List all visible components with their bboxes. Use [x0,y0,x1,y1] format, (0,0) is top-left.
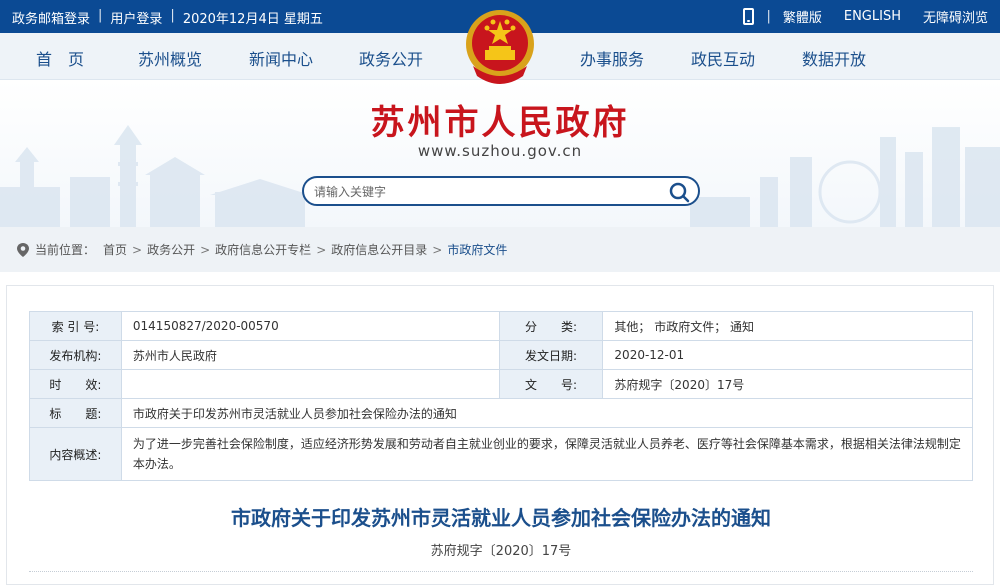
document-info-table: 索 引 号: 014150827/2020-00570 分 类: 其他； 市政府… [29,311,974,481]
validity-label: 时 效: [29,369,122,399]
subject-value: 市政府关于印发苏州市灵活就业人员参加社会保险办法的通知 [120,398,974,428]
divider: | [170,8,175,23]
issue-date-value: 2020-12-01 [602,340,973,370]
document-number: 苏府规字〔2020〕17号 [430,544,572,559]
divider: | [766,9,771,24]
breadcrumb: 当前位置： 首页 > 政务公开 > 政府信息公开专栏 > 政府信息公开目录 > … [16,241,507,258]
top-bar-left: 政务邮箱登录 | 用户登录 | 2020年12月4日 星期五 [12,8,323,27]
nav-item-services[interactable]: 办事服务 [580,46,644,70]
category-label: 分 类: [498,311,604,341]
publisher-label: 发布机构: [29,340,122,370]
breadcrumb-item-info-catalog[interactable]: 政府信息公开目录 [331,241,427,258]
divider: | [98,8,103,23]
summary-value: 为了进一步完善社会保险制度，适应经济形势发展和劳动者自主就业创业的要求，保障灵活… [120,427,974,481]
content-card: 索 引 号: 014150827/2020-00570 分 类: 其他； 市政府… [6,285,994,585]
publisher-value: 苏州市人民政府 [120,340,500,370]
nav-item-suzhou-overview[interactable]: 苏州概览 [138,46,202,70]
validity-value [120,369,500,399]
nav-item-open-data[interactable]: 数据开放 [802,46,866,70]
english-link[interactable]: ENGLISH [844,9,901,24]
search-input[interactable] [314,183,654,201]
breadcrumb-item-government-affairs[interactable]: 政务公开 [147,241,195,258]
user-login-link[interactable]: 用户登录 [110,8,162,27]
issue-date-label: 发文日期: [498,340,604,370]
nav-item-interaction[interactable]: 政民互动 [691,46,755,70]
breadcrumb-item-info-column[interactable]: 政府信息公开专栏 [215,241,311,258]
nav-item-home[interactable]: 首 页 [36,46,84,70]
divider [29,571,973,572]
location-pin-icon [17,242,29,257]
site-title: 苏州市人民政府 [370,103,630,143]
breadcrumb-separator: > [432,242,443,257]
breadcrumb-label: 当前位置： [35,243,96,257]
breadcrumb-item-current[interactable]: 市政府文件 [447,241,507,258]
subject-label: 标 题: [29,398,122,428]
national-emblem-icon [466,10,534,84]
table-row: 索 引 号: 014150827/2020-00570 分 类: 其他； 市政府… [29,311,973,341]
breadcrumb-bar: 当前位置： 首页 > 政务公开 > 政府信息公开专栏 > 政府信息公开目录 > … [0,227,1000,272]
search-icon[interactable] [668,181,690,203]
breadcrumb-item-home[interactable]: 首页 [103,241,127,258]
search-box [302,176,700,206]
table-row: 时 效: 文 号: 苏府规字〔2020〕17号 [29,369,973,399]
document-number-label: 文 号: [498,369,604,399]
table-row: 内容概述: 为了进一步完善社会保险制度，适应经济形势发展和劳动者自主就业创业的要… [29,427,974,481]
table-row: 标 题: 市政府关于印发苏州市灵活就业人员参加社会保险办法的通知 [29,398,974,428]
breadcrumb-separator: > [200,242,211,257]
mailbox-login-link[interactable]: 政务邮箱登录 [12,8,90,27]
top-bar-right: | 繁體版 ENGLISH 无障碍浏览 [743,7,988,26]
nav-item-government-affairs[interactable]: 政务公开 [359,46,423,70]
index-label: 索 引 号: [29,311,122,341]
document-title: 市政府关于印发苏州市灵活就业人员参加社会保险办法的通知 [231,506,771,530]
breadcrumb-separator: > [132,242,143,257]
index-value: 014150827/2020-00570 [120,311,500,341]
traditional-chinese-link[interactable]: 繁體版 [783,7,822,26]
accessibility-link[interactable]: 无障碍浏览 [923,7,988,26]
category-value: 其他； 市政府文件； 通知 [602,311,973,341]
breadcrumb-separator: > [316,242,327,257]
mobile-phone-icon[interactable] [743,8,755,25]
summary-label: 内容概述: [29,427,122,481]
document-number-value: 苏府规字〔2020〕17号 [602,369,973,399]
nav-item-news-center[interactable]: 新闻中心 [249,46,313,70]
site-url: www.suzhou.gov.cn [417,142,583,160]
current-date: 2020年12月4日 星期五 [182,12,323,27]
table-row: 发布机构: 苏州市人民政府 发文日期: 2020-12-01 [29,340,973,370]
